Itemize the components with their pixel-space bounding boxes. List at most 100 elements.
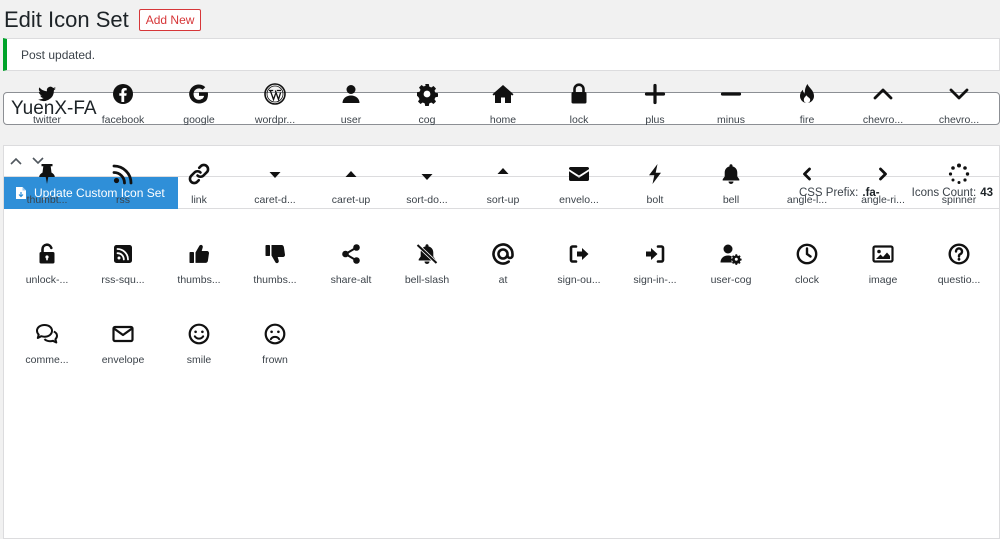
sign-in-icon [646,245,665,263]
icon-label: sort-do... [406,194,448,206]
icon-item-spinner[interactable]: spinner [921,162,997,222]
icon-item-caret-up[interactable]: caret-up [313,162,389,222]
icon-item-thumbs-down[interactable]: thumbs... [237,242,313,302]
icon-item-image[interactable]: image [845,242,921,302]
bolt-icon [649,164,661,184]
icon-label: wordpr... [254,114,296,126]
icon-label: user-cog [710,274,752,286]
icon-label: at [498,274,508,286]
icon-item-share-alt[interactable]: share-alt [313,242,389,302]
icon-item-envelope-outline[interactable]: envelope [85,322,161,382]
icon-label: frown [262,354,288,366]
home-icon [492,85,514,103]
icon-item-user[interactable]: user [313,82,389,142]
icon-item-thumbtack[interactable]: thumbt... [9,162,85,222]
icon-item-chevron-down[interactable]: chevro... [921,82,997,142]
icon-label: chevro... [862,114,904,126]
icon-label: cog [418,114,436,126]
icon-item-question[interactable]: questio... [921,242,997,302]
bell-slash-icon [416,243,438,265]
thumbtack-icon [39,164,55,184]
icon-label: facebook [101,114,145,126]
google-icon [189,84,208,104]
icon-item-cog[interactable]: cog [389,82,465,142]
icon-label: image [868,274,898,286]
icon-label: share-alt [330,274,372,286]
icon-item-sign-in[interactable]: sign-in-... [617,242,693,302]
icon-item-frown[interactable]: frown [237,322,313,382]
wordpress-icon [264,83,286,105]
caret-up-icon [345,171,357,177]
unlock-icon [39,243,55,264]
icon-item-sort-down[interactable]: sort-do... [389,162,465,222]
frown-icon [264,323,286,345]
sign-out-icon [569,245,589,263]
icon-label: plus [645,114,665,126]
icon-label: thumbs... [253,274,297,286]
icon-item-user-cog[interactable]: user-cog [693,242,769,302]
icon-label: caret-d... [254,194,296,206]
icon-item-plus[interactable]: plus [617,82,693,142]
spinner-icon [948,163,970,184]
icon-item-rss-square[interactable]: rss-squ... [85,242,161,302]
icon-item-minus[interactable]: minus [693,82,769,142]
icon-item-bell-slash[interactable]: bell-slash [389,242,465,302]
lock-icon [571,83,587,104]
update-notice: Post updated. [3,38,1000,71]
icon-item-link[interactable]: link [161,162,237,222]
notice-text: Post updated. [21,47,96,62]
share-alt-icon [342,244,360,264]
page-header: Edit Icon Set Add New [4,6,202,34]
icon-item-angle-left[interactable]: angle-l... [769,162,845,222]
icon-item-unlock[interactable]: unlock-... [9,242,85,302]
icon-item-wordpress[interactable]: wordpr... [237,82,313,142]
icon-item-sign-out[interactable]: sign-ou... [541,242,617,302]
plus-icon [644,83,666,105]
angle-right-icon [879,167,887,181]
icon-item-home[interactable]: home [465,82,541,142]
thumbs-up-icon [189,244,210,263]
image-icon [872,245,894,263]
icon-item-thumbs-up[interactable]: thumbs... [161,242,237,302]
question-icon [948,243,970,265]
envelope-icon [569,167,589,181]
icon-label: twitter [32,114,61,126]
icon-item-smile[interactable]: smile [161,322,237,382]
icon-item-google[interactable]: google [161,82,237,142]
angle-left-icon [803,167,811,181]
icon-label: lock [569,114,589,126]
icon-label: questio... [937,274,981,286]
envelope-outline-icon [112,325,134,343]
icon-item-comments[interactable]: comme... [9,322,85,382]
add-new-button[interactable]: Add New [138,9,202,31]
icon-item-angle-right[interactable]: angle-ri... [845,162,921,222]
icon-label: google [183,114,215,126]
icon-label: chevro... [938,114,980,126]
icon-label: thumbt... [26,194,68,206]
icon-item-bell[interactable]: bell [693,162,769,222]
icon-item-sort-up[interactable]: sort-up [465,162,541,222]
icon-item-bolt[interactable]: bolt [617,162,693,222]
icon-label: comme... [25,354,69,366]
icon-label: envelope [101,354,145,366]
icon-item-facebook[interactable]: facebook [85,82,161,142]
icon-item-rss[interactable]: rss [85,162,161,222]
icon-item-clock[interactable]: clock [769,242,845,302]
icon-item-fire[interactable]: fire [769,82,845,142]
caret-down-icon [269,172,281,178]
icon-label: bell-slash [404,274,450,286]
icon-label: angle-ri... [861,194,905,206]
clock-icon [796,243,818,265]
icon-item-chevron-up[interactable]: chevro... [845,82,921,142]
minus-icon [720,92,742,96]
icon-item-envelope[interactable]: envelo... [541,162,617,222]
facebook-icon [113,84,133,104]
icon-item-at[interactable]: at [465,242,541,302]
sort-down-icon [421,174,433,180]
icon-item-caret-down[interactable]: caret-d... [237,162,313,222]
icon-item-lock[interactable]: lock [541,82,617,142]
icon-label: minus [716,114,745,126]
icon-label: sign-in-... [633,274,677,286]
icon-item-twitter[interactable]: twitter [9,82,85,142]
chevron-down-icon [949,88,969,100]
